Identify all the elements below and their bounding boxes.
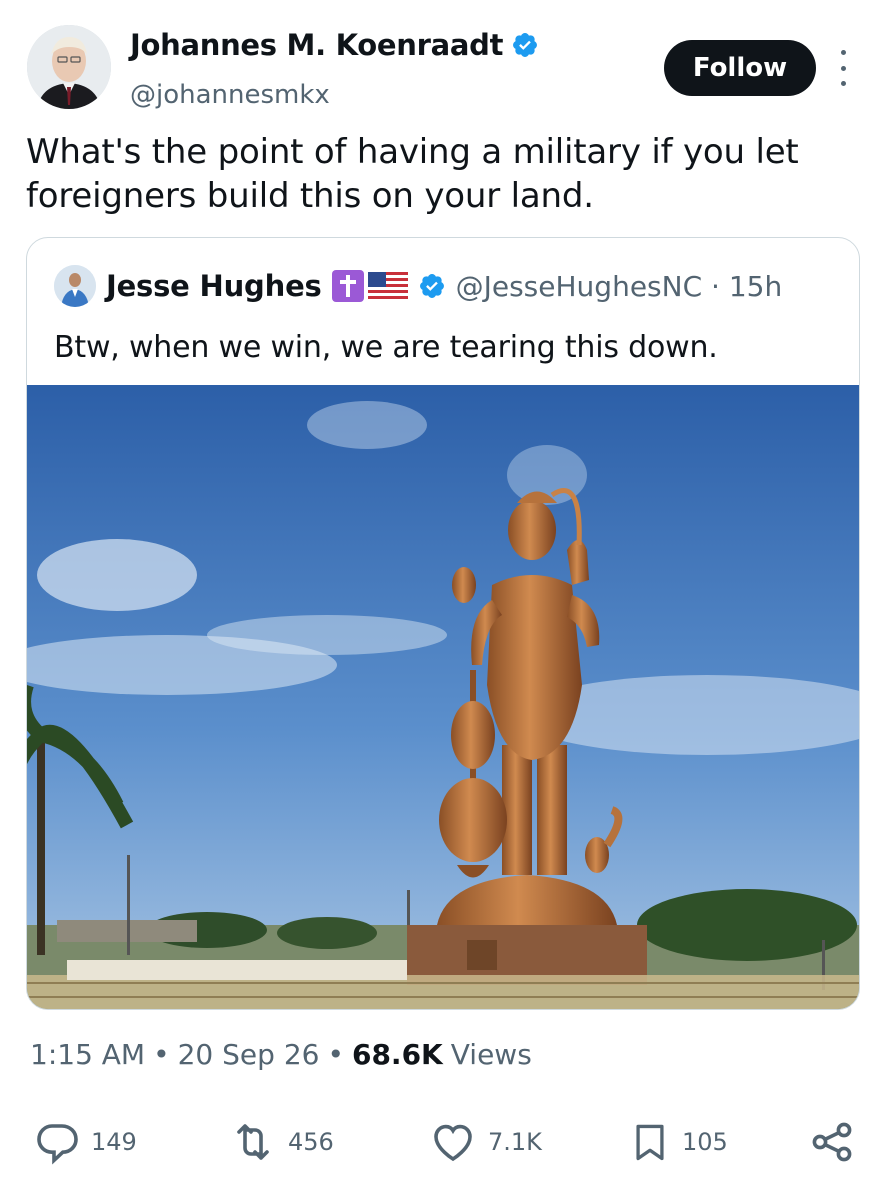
reply-icon (37, 1124, 78, 1165)
meta-separator: • (153, 1038, 170, 1071)
author-display-name[interactable]: Johannes M. Koenraadt (130, 28, 503, 62)
meta-separator: • (327, 1038, 344, 1071)
latin-cross-emoji-icon (331, 270, 364, 302)
author-avatar[interactable] (27, 25, 111, 109)
tweet-text: What's the point of having a military if… (26, 132, 799, 216)
tweet-date[interactable]: 20 Sep 26 (178, 1038, 320, 1071)
repost-button[interactable]: 456 (228, 1118, 334, 1166)
quoted-verified-badge-icon (418, 272, 446, 300)
author-handle[interactable]: @johannesmkx (130, 80, 330, 110)
heart-icon (434, 1124, 472, 1162)
quoted-author-name: Jesse Hughes (106, 269, 322, 303)
tweet-header: Johannes M. Koenraadt @johannesmkx Follo… (0, 0, 887, 120)
tweet-meta: 1:15 AM • 20 Sep 26 • 68.6K Views (30, 1038, 532, 1071)
repost-icon (237, 1124, 269, 1160)
us-flag-emoji-icon (367, 272, 408, 300)
quoted-author-emojis (331, 270, 408, 302)
more-options-icon[interactable] (834, 50, 852, 86)
quoted-author-avatar (54, 265, 96, 307)
quoted-tweet-card[interactable]: Jesse Hughes @JesseHughesNC · 15h Btw, w… (26, 237, 860, 1010)
author-name-row[interactable]: Johannes M. Koenraadt (130, 28, 539, 62)
bookmark-icon (636, 1124, 664, 1161)
verified-badge-icon (511, 31, 539, 59)
quoted-tweet-header: Jesse Hughes @JesseHughesNC · 15h (54, 265, 782, 307)
tweet-time[interactable]: 1:15 AM (30, 1038, 145, 1071)
like-count: 7.1K (488, 1128, 542, 1156)
repost-count: 456 (288, 1128, 334, 1156)
tweet-actions-bar: 149 456 7.1K 105 (0, 1112, 887, 1172)
quoted-tweet-text: Btw, when we win, we are tearing this do… (54, 330, 718, 365)
follow-button[interactable]: Follow (664, 40, 816, 96)
views-label: Views (450, 1038, 532, 1071)
quoted-author-handle-time: @JesseHughesNC · 15h (455, 269, 783, 303)
reply-button[interactable]: 149 (33, 1118, 137, 1166)
quoted-tweet-photo[interactable] (27, 385, 859, 1009)
share-icon (812, 1122, 852, 1162)
views-count: 68.6K (351, 1038, 443, 1071)
bookmark-count: 105 (682, 1128, 728, 1156)
like-button[interactable]: 7.1K (428, 1118, 542, 1166)
bookmark-button[interactable]: 105 (628, 1118, 728, 1166)
reply-count: 149 (91, 1128, 137, 1156)
share-button[interactable] (808, 1118, 856, 1166)
